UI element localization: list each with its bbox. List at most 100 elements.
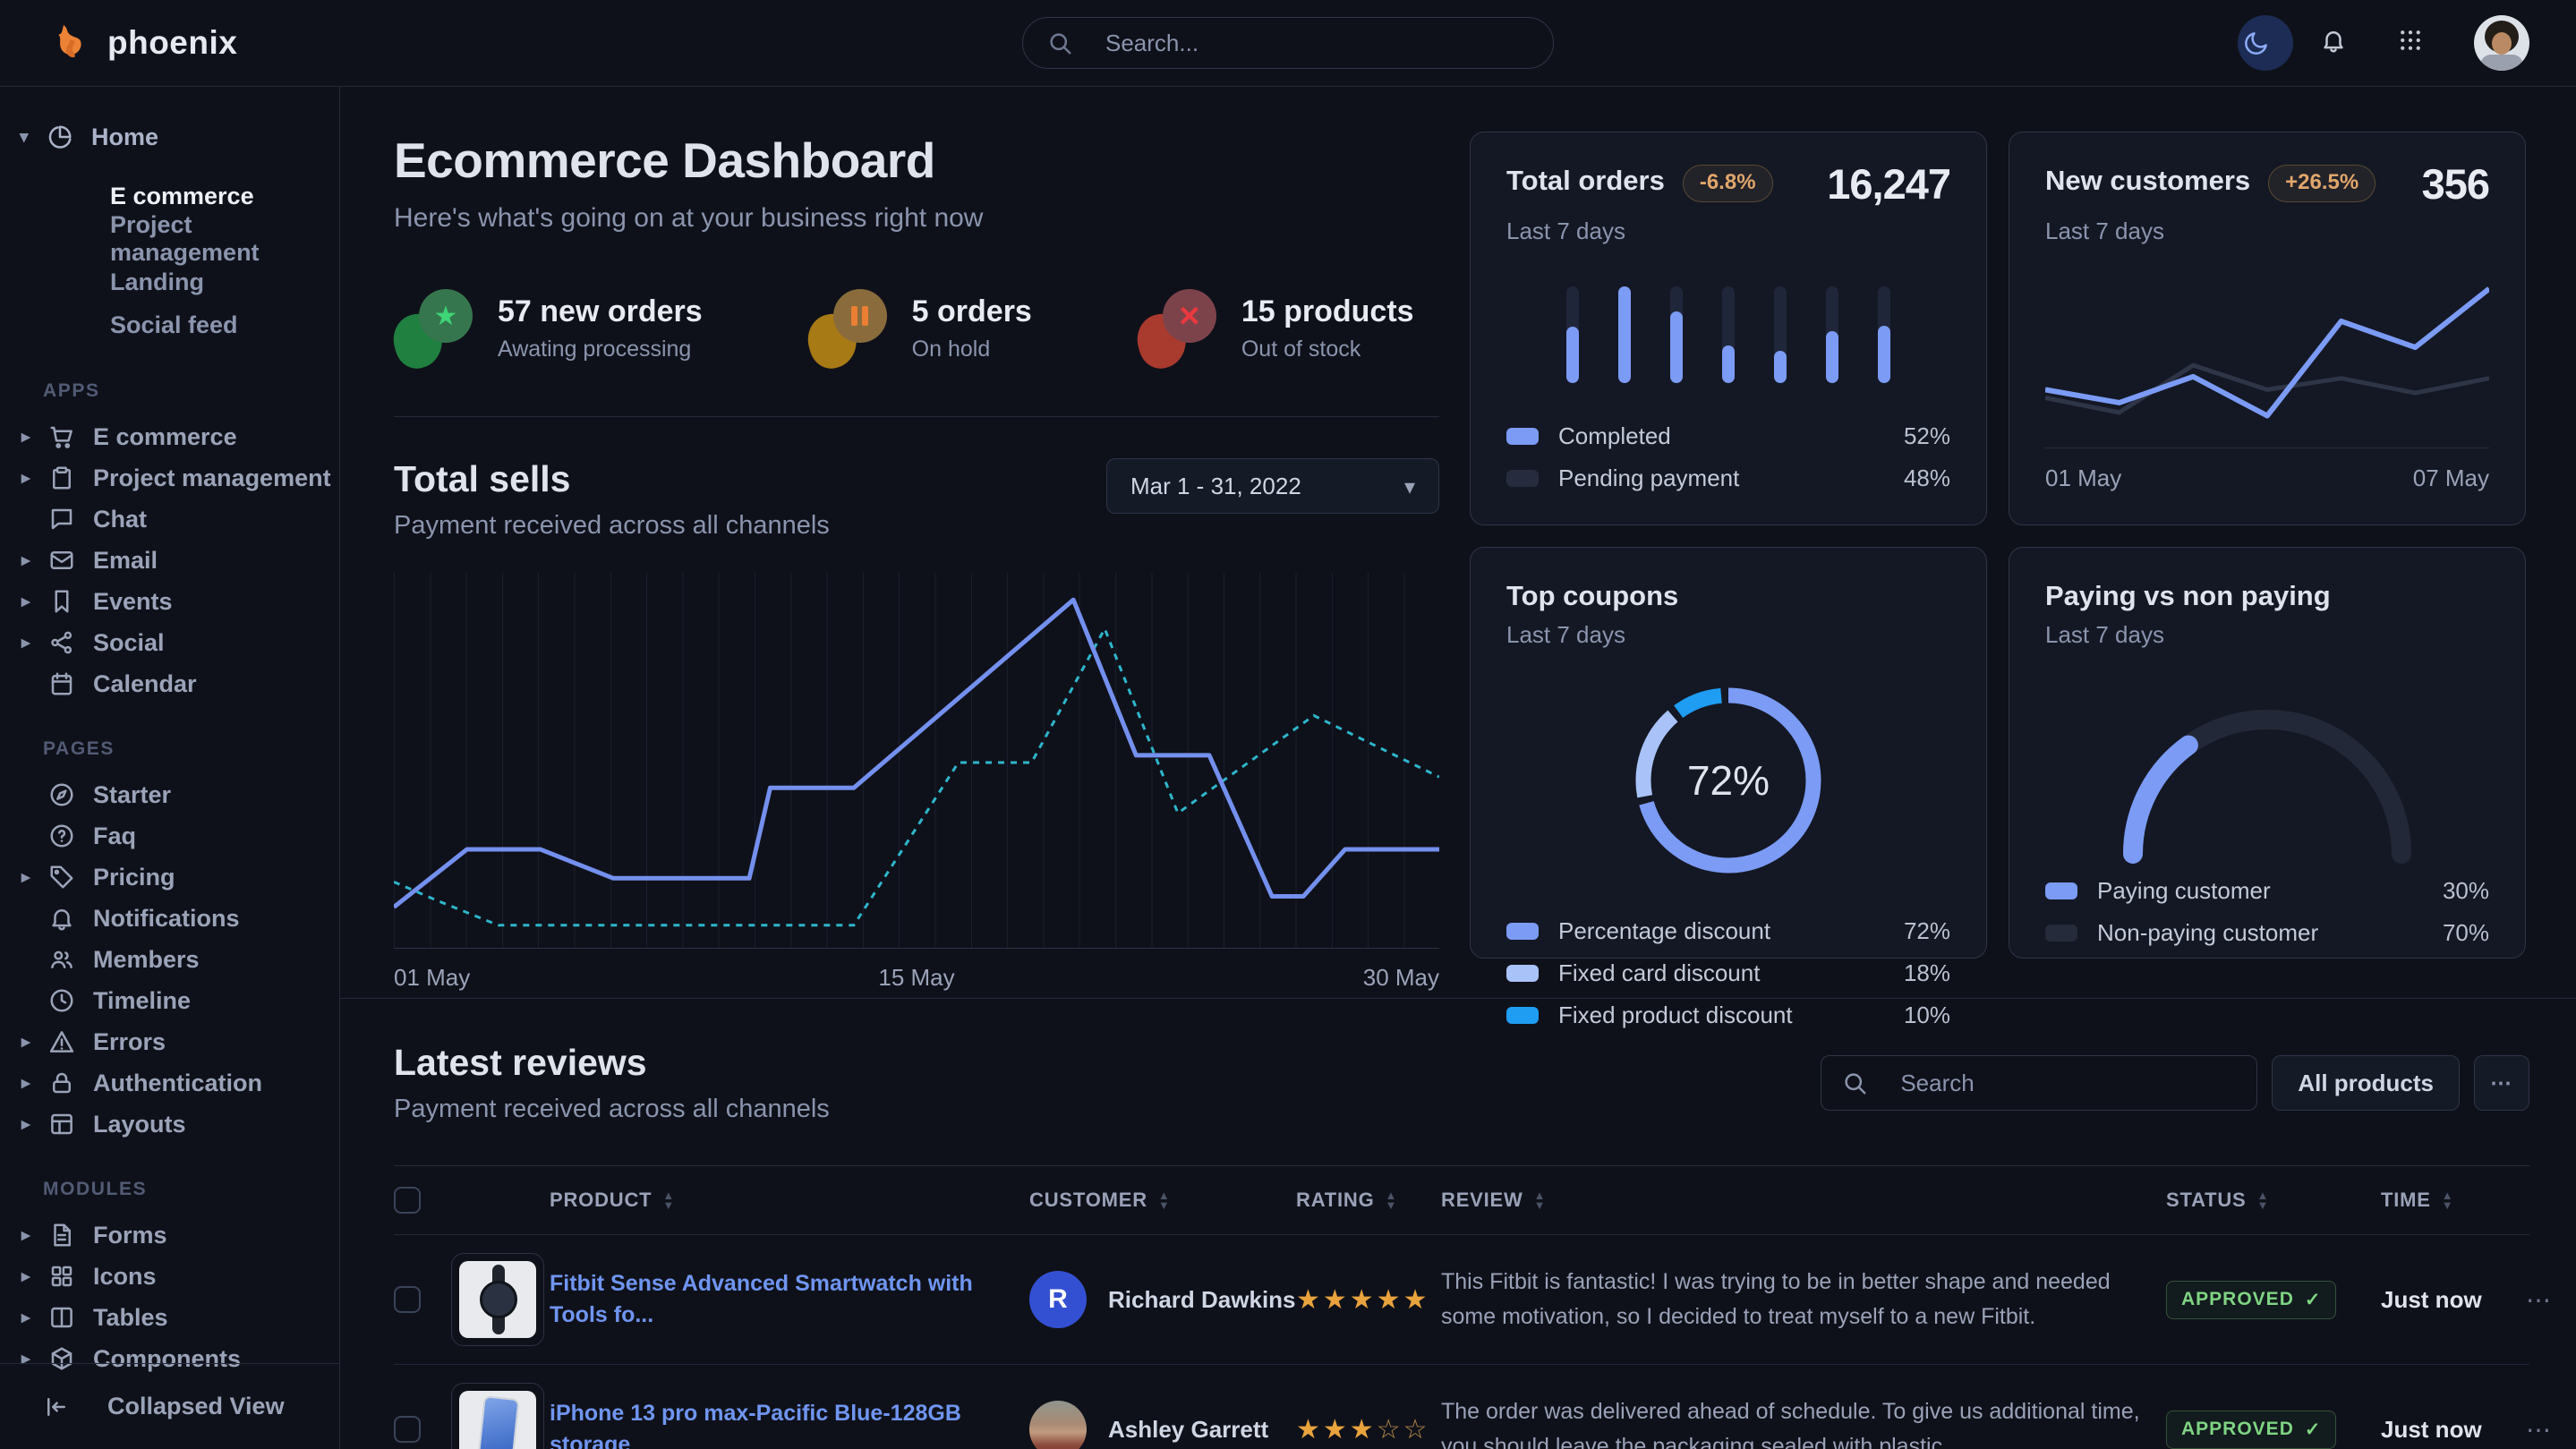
legend-value: 10% bbox=[1904, 1002, 1950, 1029]
sidebar-item-email[interactable]: Email bbox=[0, 540, 339, 581]
project-management-icon bbox=[48, 465, 75, 491]
row-checkbox[interactable] bbox=[394, 1416, 421, 1443]
reviews-search bbox=[1821, 1055, 2257, 1111]
coupons-donut-chart: 72% bbox=[1627, 679, 1830, 882]
notifications-icon bbox=[48, 905, 75, 932]
bell-icon bbox=[2320, 27, 2352, 59]
page-subtitle: Here's what's going on at your business … bbox=[394, 203, 1439, 234]
sidebar-item-chat[interactable]: Chat bbox=[0, 499, 339, 540]
trend-badge: -6.8% bbox=[1683, 165, 1773, 202]
chevron-right-icon bbox=[21, 468, 48, 489]
rating-stars: ★★★☆☆ bbox=[1296, 1415, 1429, 1445]
sidebar-item-calendar[interactable]: Calendar bbox=[0, 663, 339, 704]
chevron-right-icon bbox=[21, 1225, 48, 1246]
legend-row-completed: Completed52% bbox=[1506, 422, 1950, 450]
latest-reviews-section: Latest reviews Payment received across a… bbox=[340, 999, 2576, 1449]
sidebar-item-members[interactable]: Members bbox=[0, 939, 339, 980]
review-time: Just now bbox=[2381, 1416, 2526, 1444]
legend-row-paying-customer: Paying customer30% bbox=[2045, 877, 2489, 905]
sidebar-item-icons[interactable]: Icons bbox=[0, 1256, 339, 1297]
product-thumbnail[interactable] bbox=[451, 1383, 544, 1449]
x-tick-start: 01 May bbox=[394, 964, 470, 992]
collapsed-view-toggle[interactable]: Collapsed View bbox=[0, 1363, 339, 1449]
legend-label: Pending payment bbox=[1558, 465, 1739, 492]
legend-label: Fixed product discount bbox=[1558, 1002, 1793, 1029]
order-bar bbox=[1670, 286, 1683, 383]
legend-value: 18% bbox=[1904, 959, 1950, 987]
column-header-review[interactable]: REVIEW bbox=[1441, 1189, 2166, 1212]
legend-value: 52% bbox=[1904, 422, 1950, 450]
events-icon bbox=[48, 588, 75, 615]
user-avatar[interactable] bbox=[2474, 15, 2529, 71]
date-range-select[interactable]: Mar 1 - 31, 2022 bbox=[1106, 458, 1439, 514]
global-search-input[interactable] bbox=[1105, 30, 1530, 57]
sidebar-item-starter[interactable]: Starter bbox=[0, 774, 339, 815]
chat-icon bbox=[48, 506, 75, 533]
legend-swatch bbox=[1506, 428, 1539, 445]
legend-row-non-paying-customer: Non-paying customer70% bbox=[2045, 919, 2489, 947]
order-bar bbox=[1566, 286, 1579, 383]
sidebar-item-label: Forms bbox=[93, 1222, 167, 1249]
legend-swatch bbox=[1506, 1007, 1539, 1024]
sidebar-subitem-project-management[interactable]: Project management bbox=[110, 217, 339, 260]
sidebar-item-e-commerce[interactable]: E commerce bbox=[0, 416, 339, 457]
sidebar-item-pricing[interactable]: Pricing bbox=[0, 857, 339, 898]
stat-value: 15 products bbox=[1241, 294, 1414, 329]
sidebar-item-timeline[interactable]: Timeline bbox=[0, 980, 339, 1021]
sidebar-item-label: Chat bbox=[93, 506, 147, 533]
chevron-right-icon bbox=[21, 1073, 48, 1094]
sidebar-item-social[interactable]: Social bbox=[0, 622, 339, 663]
sidebar-item-layouts[interactable]: Layouts bbox=[0, 1104, 339, 1145]
sidebar-item-home[interactable]: Home bbox=[0, 114, 339, 160]
sidebar-item-errors[interactable]: Errors bbox=[0, 1021, 339, 1062]
row-more-button[interactable]: ⋯ bbox=[2526, 1285, 2562, 1315]
column-header-customer[interactable]: CUSTOMER bbox=[1029, 1189, 1296, 1212]
sort-icon bbox=[1386, 1190, 1398, 1210]
column-header-time[interactable]: TIME bbox=[2381, 1189, 2526, 1212]
collapsed-view-label: Collapsed View bbox=[107, 1393, 285, 1420]
app-logo[interactable]: phoenix bbox=[50, 21, 237, 64]
product-thumbnail[interactable] bbox=[451, 1253, 544, 1346]
row-more-button[interactable]: ⋯ bbox=[2526, 1415, 2562, 1445]
main-content: Ecommerce Dashboard Here's what's going … bbox=[340, 87, 2576, 1449]
product-link[interactable]: iPhone 13 pro max-Pacific Blue-128GB sto… bbox=[550, 1398, 1029, 1449]
select-all-checkbox[interactable] bbox=[394, 1187, 421, 1214]
sidebar-subitem-social-feed[interactable]: Social feed bbox=[110, 303, 339, 346]
members-icon bbox=[48, 946, 75, 973]
notifications-button[interactable] bbox=[2320, 27, 2370, 59]
sidebar-item-label: Email bbox=[93, 547, 158, 575]
sidebar-item-forms[interactable]: Forms bbox=[0, 1215, 339, 1256]
apps-grid-button[interactable] bbox=[2397, 27, 2447, 59]
column-header-status[interactable]: STATUS bbox=[2166, 1189, 2381, 1212]
e-commerce-icon bbox=[48, 423, 75, 450]
sidebar-item-faq[interactable]: Faq bbox=[0, 815, 339, 857]
sidebar-item-notifications[interactable]: Notifications bbox=[0, 898, 339, 939]
column-header-product[interactable]: PRODUCT bbox=[550, 1189, 1029, 1212]
home-submenu: E commerceProject managementLandingSocia… bbox=[0, 175, 339, 346]
card-title: Total orders bbox=[1506, 165, 1665, 197]
sidebar-item-tables[interactable]: Tables bbox=[0, 1297, 339, 1338]
reviews-search-input[interactable] bbox=[1900, 1070, 2237, 1097]
status-label: APPROVED bbox=[2181, 1419, 2294, 1440]
sidebar-item-authentication[interactable]: Authentication bbox=[0, 1062, 339, 1104]
stat-value: 5 orders bbox=[912, 294, 1032, 329]
sidebar-item-label: Errors bbox=[93, 1028, 166, 1056]
sidebar-subitem-landing[interactable]: Landing bbox=[110, 260, 339, 303]
theme-toggle-button[interactable] bbox=[2238, 15, 2293, 71]
more-options-button[interactable]: ⋯ bbox=[2474, 1055, 2529, 1111]
sidebar-section-label-pages: PAGES bbox=[0, 738, 339, 760]
all-products-button[interactable]: All products bbox=[2272, 1055, 2460, 1111]
x-tick-start: 01 May bbox=[2045, 465, 2121, 492]
card-period: Last 7 days bbox=[1506, 217, 1950, 245]
sidebar-item-project-management[interactable]: Project management bbox=[0, 457, 339, 499]
sidebar-item-events[interactable]: Events bbox=[0, 581, 339, 622]
card-value: 356 bbox=[2422, 159, 2489, 209]
column-header-rating[interactable]: RATING bbox=[1296, 1189, 1441, 1212]
table-header-row: PRODUCT CUSTOMER RATING REVIEW STATUS TI… bbox=[394, 1165, 2529, 1235]
legend-value: 72% bbox=[1904, 917, 1950, 945]
row-checkbox[interactable] bbox=[394, 1286, 421, 1313]
chevron-down-icon bbox=[20, 127, 47, 148]
icons-icon bbox=[48, 1263, 75, 1290]
faq-icon bbox=[48, 823, 75, 849]
product-link[interactable]: Fitbit Sense Advanced Smartwatch with To… bbox=[550, 1268, 1029, 1331]
